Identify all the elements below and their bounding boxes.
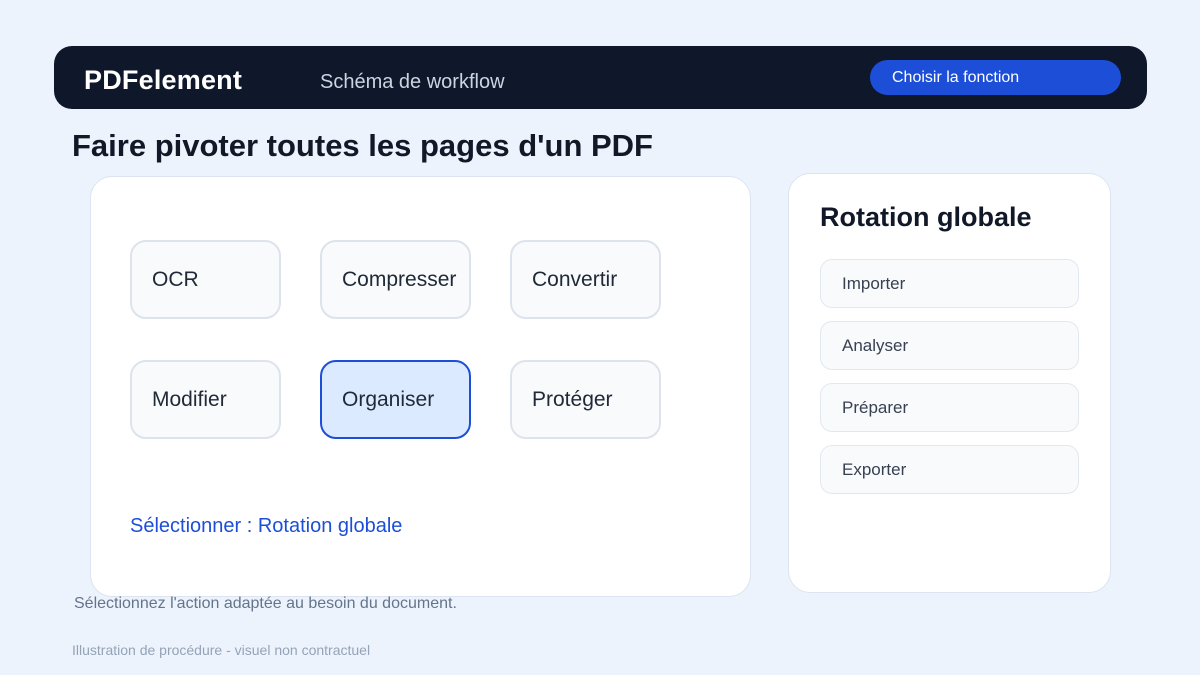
top-bar: PDFelement Schéma de workflow Choisir la… [54,46,1147,109]
workflow-screen: PDFelement Schéma de workflow Choisir la… [0,0,1200,675]
function-tile-edit[interactable]: Modifier [130,360,281,439]
function-tile-compress[interactable]: Compresser [320,240,471,319]
steps-panel-title: Rotation globale [820,202,1032,232]
function-grid-card: OCR Compresser Convertir Modifier Organi… [90,176,751,597]
function-tile-organize[interactable]: Organiser [320,360,471,439]
page-title: Faire pivoter toutes les pages d'un PDF [72,128,653,163]
function-tile-protect[interactable]: Protéger [510,360,661,439]
steps-panel: Rotation globale Importer Analyser Prépa… [788,173,1111,593]
brand-logo: PDFelement [84,65,243,95]
step-prepare: Préparer [820,383,1079,432]
disclaimer-footnote: Illustration de procédure - visuel non c… [72,642,371,658]
function-tile-convert[interactable]: Convertir [510,240,661,319]
function-tile-ocr[interactable]: OCR [130,240,281,319]
choose-function-button[interactable]: Choisir la fonction [870,60,1121,95]
step-import: Importer [820,259,1079,308]
step-analyze: Analyser [820,321,1079,370]
header-subtitle: Schéma de workflow [320,71,505,93]
instruction-text: Sélectionnez l'action adaptée au besoin … [74,595,457,612]
step-export: Exporter [820,445,1079,494]
selection-link[interactable]: Sélectionner : Rotation globale [130,515,402,538]
